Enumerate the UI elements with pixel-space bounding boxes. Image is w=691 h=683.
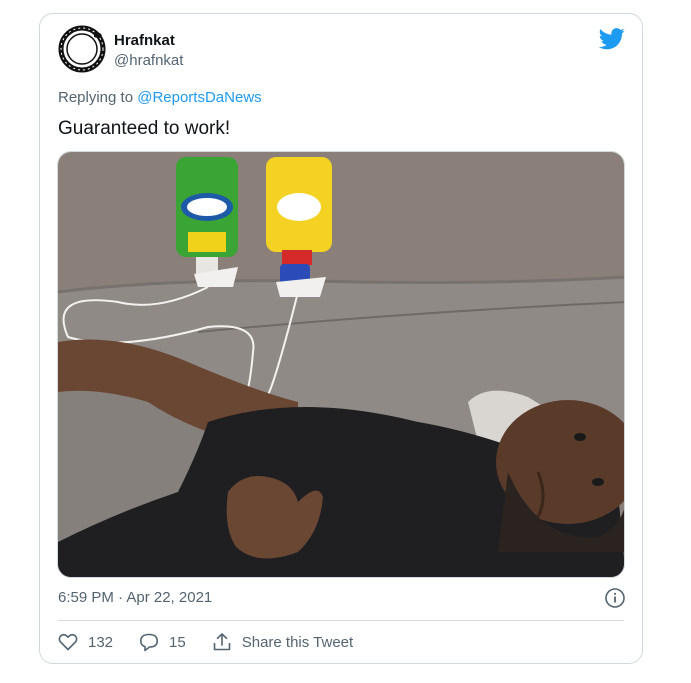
tweet-timestamp[interactable]: 6:59 PM · Apr 22, 2021 — [58, 589, 212, 606]
reply-count: 15 — [169, 633, 186, 651]
author-name[interactable]: Hrafnkat — [114, 32, 175, 49]
tweet-actions: 132 15 Share this Tweet — [58, 631, 379, 653]
tweet-text: Guaranteed to work! — [58, 118, 231, 139]
share-label: Share this Tweet — [241, 633, 354, 651]
reply-bubble-icon — [140, 633, 159, 651]
tweet-photo[interactable] — [57, 151, 625, 578]
like-button[interactable]: 132 — [58, 633, 113, 651]
reply-mention-link[interactable]: @ReportsDaNews — [137, 89, 261, 106]
photo-illustration — [58, 152, 624, 577]
reply-button[interactable]: 15 — [139, 633, 186, 652]
twitter-bird-icon[interactable] — [599, 28, 625, 50]
divider — [58, 620, 624, 621]
author-avatar[interactable] — [58, 25, 106, 73]
tweet-card: Hrafnkat @hrafnkat Replying to @ReportsD… — [39, 13, 643, 664]
ouroboros-icon — [58, 25, 106, 73]
author-handle[interactable]: @hrafnkat — [114, 52, 183, 69]
share-icon — [213, 633, 231, 651]
share-button[interactable]: Share this Tweet — [212, 632, 353, 652]
info-icon[interactable] — [604, 587, 626, 609]
heart-icon — [58, 633, 78, 651]
replying-to-prefix: Replying to — [58, 89, 134, 106]
like-count: 132 — [88, 633, 114, 651]
replying-to: Replying to @ReportsDaNews — [58, 89, 262, 106]
